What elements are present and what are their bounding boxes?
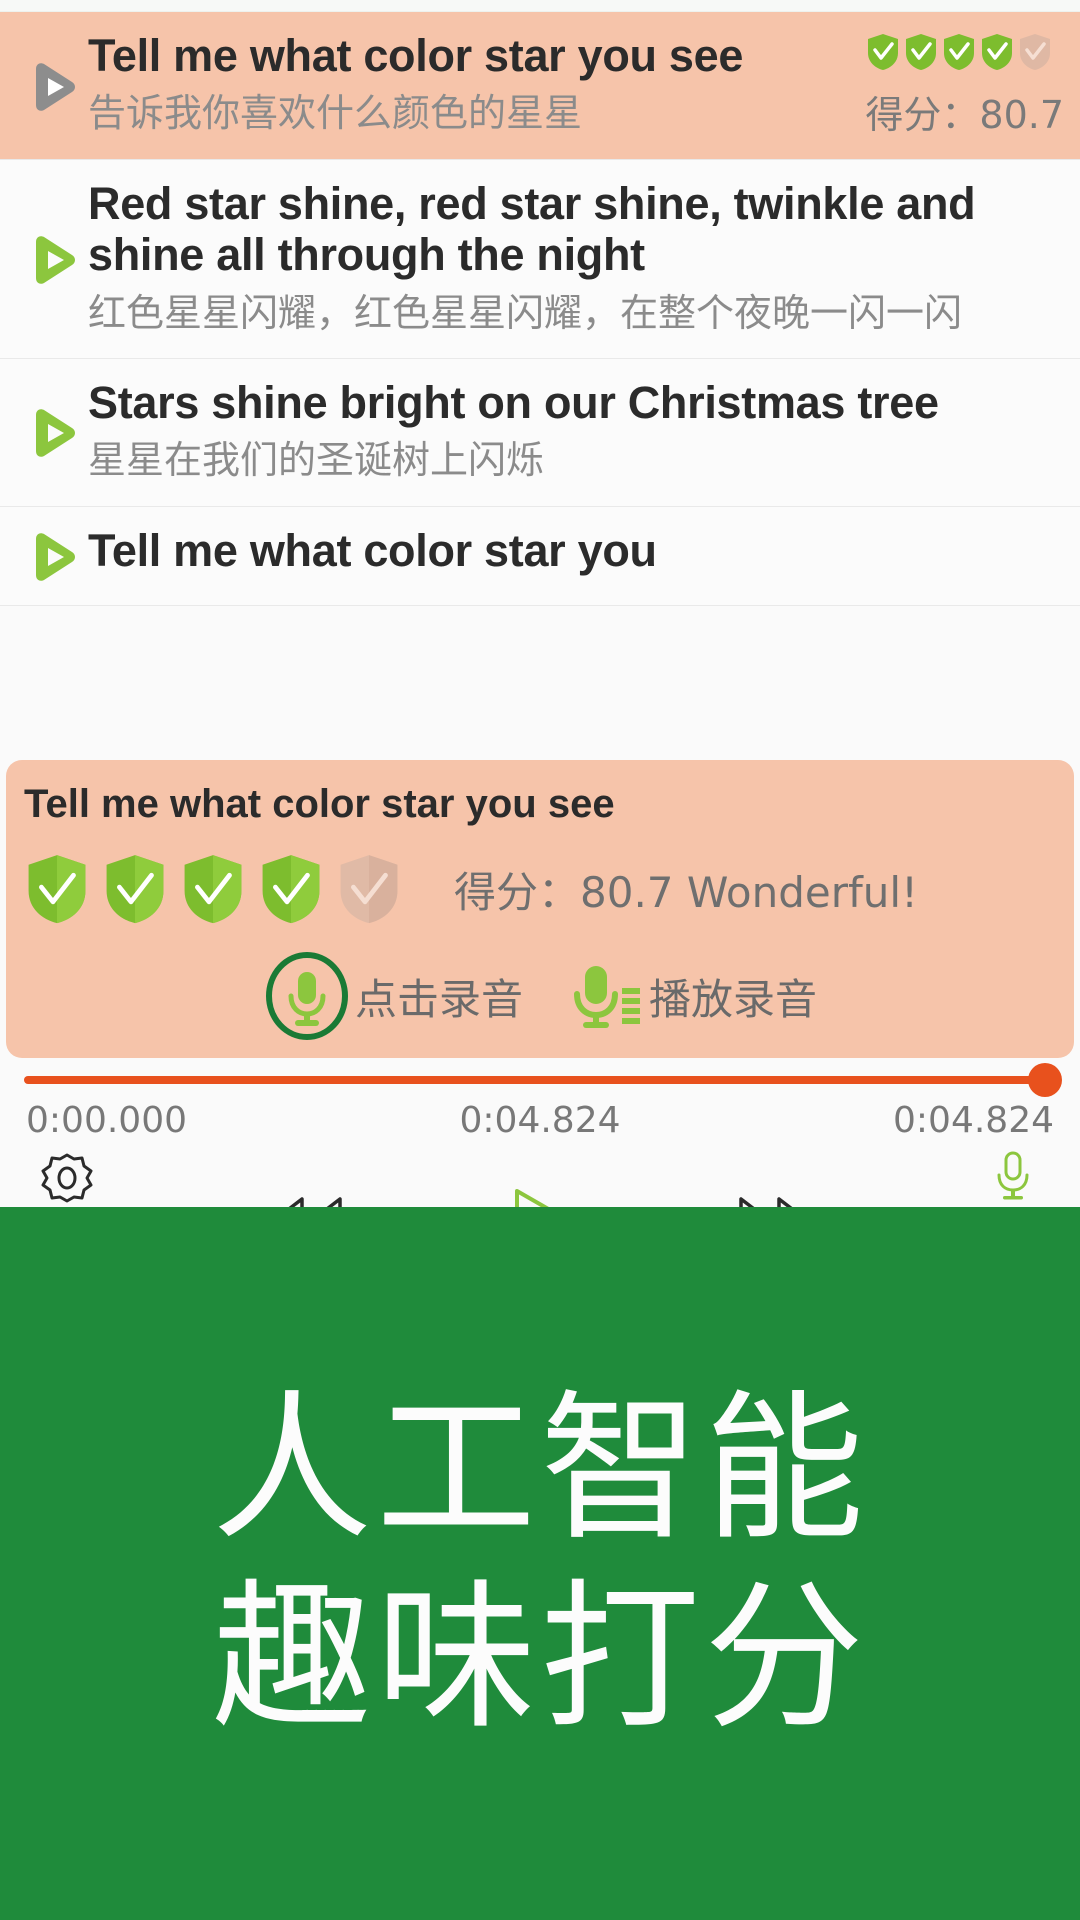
seek-slider[interactable] [24, 1076, 1056, 1084]
play-button-row-3[interactable] [16, 401, 88, 461]
lyric-chinese: 告诉我你喜欢什么颜色的星星 [88, 89, 855, 138]
row-score: 得分：80.7 [859, 32, 1064, 139]
panel-title: Tell me what color star you see [24, 782, 1056, 826]
panel-score-row: 得分：80.7 Wonderful! [24, 852, 1056, 926]
shield-check-icon [24, 852, 90, 926]
lyric-row[interactable]: Tell me what color star you see 告诉我你喜欢什么… [0, 12, 1080, 159]
shield-check-icon [258, 852, 324, 926]
lyric-english: Stars shine bright on our Christmas tree [88, 377, 1060, 428]
shield-check-empty-icon [336, 852, 402, 926]
lyric-text: Red star shine, red star shine, twinkle … [88, 178, 1064, 338]
status-strip [0, 0, 1080, 12]
play-triangle-icon[interactable] [24, 232, 80, 288]
shield-check-icon [979, 32, 1015, 72]
lyric-english: Red star shine, red star shine, twinkle … [88, 178, 1060, 281]
lyric-list: Tell me what color star you see 告诉我你喜欢什么… [0, 12, 1080, 606]
panel-score-text: 得分：80.7 Wonderful! [454, 859, 918, 920]
play-button-row-1[interactable] [16, 55, 88, 115]
record-button[interactable]: 点击录音 [263, 952, 523, 1040]
microphone-circle-icon[interactable] [263, 952, 351, 1040]
shield-check-icon [903, 32, 939, 72]
play-recording-button[interactable]: 播放录音 [567, 952, 817, 1040]
record-button-label: 点击录音 [355, 966, 523, 1027]
gear-icon[interactable] [36, 1147, 98, 1209]
time-total: 0:04.824 [893, 1100, 1054, 1141]
lyric-text: Tell me what color star you [88, 525, 1064, 576]
lyric-english: Tell me what color star you see [88, 30, 855, 81]
promo-banner: 人工智能 趣味打分 [0, 1207, 1080, 1920]
play-triangle-icon[interactable] [24, 529, 80, 585]
banner-line-1: 人工智能 [212, 1375, 868, 1564]
shield-check-icon [180, 852, 246, 926]
microphone-icon[interactable] [985, 1147, 1041, 1209]
lyric-text: Tell me what color star you see 告诉我你喜欢什么… [88, 30, 859, 139]
lyric-row[interactable]: Red star shine, red star shine, twinkle … [0, 159, 1080, 359]
microphone-bars-icon[interactable] [567, 952, 645, 1040]
shield-check-empty-icon [1017, 32, 1053, 72]
shield-check-icon [941, 32, 977, 72]
shield-rating [865, 32, 1064, 72]
banner-line-2: 趣味打分 [212, 1564, 868, 1753]
seek-thumb[interactable] [1028, 1063, 1062, 1097]
record-controls: 点击录音 播放录音 [24, 952, 1056, 1040]
lyric-text: Stars shine bright on our Christmas tree… [88, 377, 1064, 486]
lyric-row[interactable]: Tell me what color star you [0, 507, 1080, 606]
score-panel: Tell me what color star you see 得分：80.7 … [6, 760, 1074, 1058]
player-overlay: Tell me what color star you see 得分：80.7 … [0, 760, 1080, 1274]
lyric-chinese: 红色星星闪耀，红色星星闪耀，在整个夜晚一闪一闪 [88, 289, 1060, 338]
play-triangle-icon[interactable] [24, 59, 80, 115]
time-row: 0:00.000 0:04.824 0:04.824 [24, 1084, 1056, 1141]
seek-bar-area: 0:00.000 0:04.824 0:04.824 [0, 1058, 1080, 1141]
play-triangle-icon[interactable] [24, 405, 80, 461]
lyric-row[interactable]: Stars shine bright on our Christmas tree… [0, 359, 1080, 507]
lyric-chinese: 星星在我们的圣诞树上闪烁 [88, 436, 1060, 485]
play-recording-button-label: 播放录音 [649, 966, 817, 1027]
time-current: 0:04.824 [187, 1100, 893, 1141]
lyric-english: Tell me what color star you [88, 525, 1060, 576]
row-score-text: 得分：80.7 [865, 84, 1064, 139]
shield-check-icon [865, 32, 901, 72]
shield-rating-large [24, 852, 402, 926]
play-button-row-2[interactable] [16, 228, 88, 288]
time-start: 0:00.000 [26, 1100, 187, 1141]
play-button-row-4[interactable] [16, 525, 88, 585]
shield-check-icon [102, 852, 168, 926]
